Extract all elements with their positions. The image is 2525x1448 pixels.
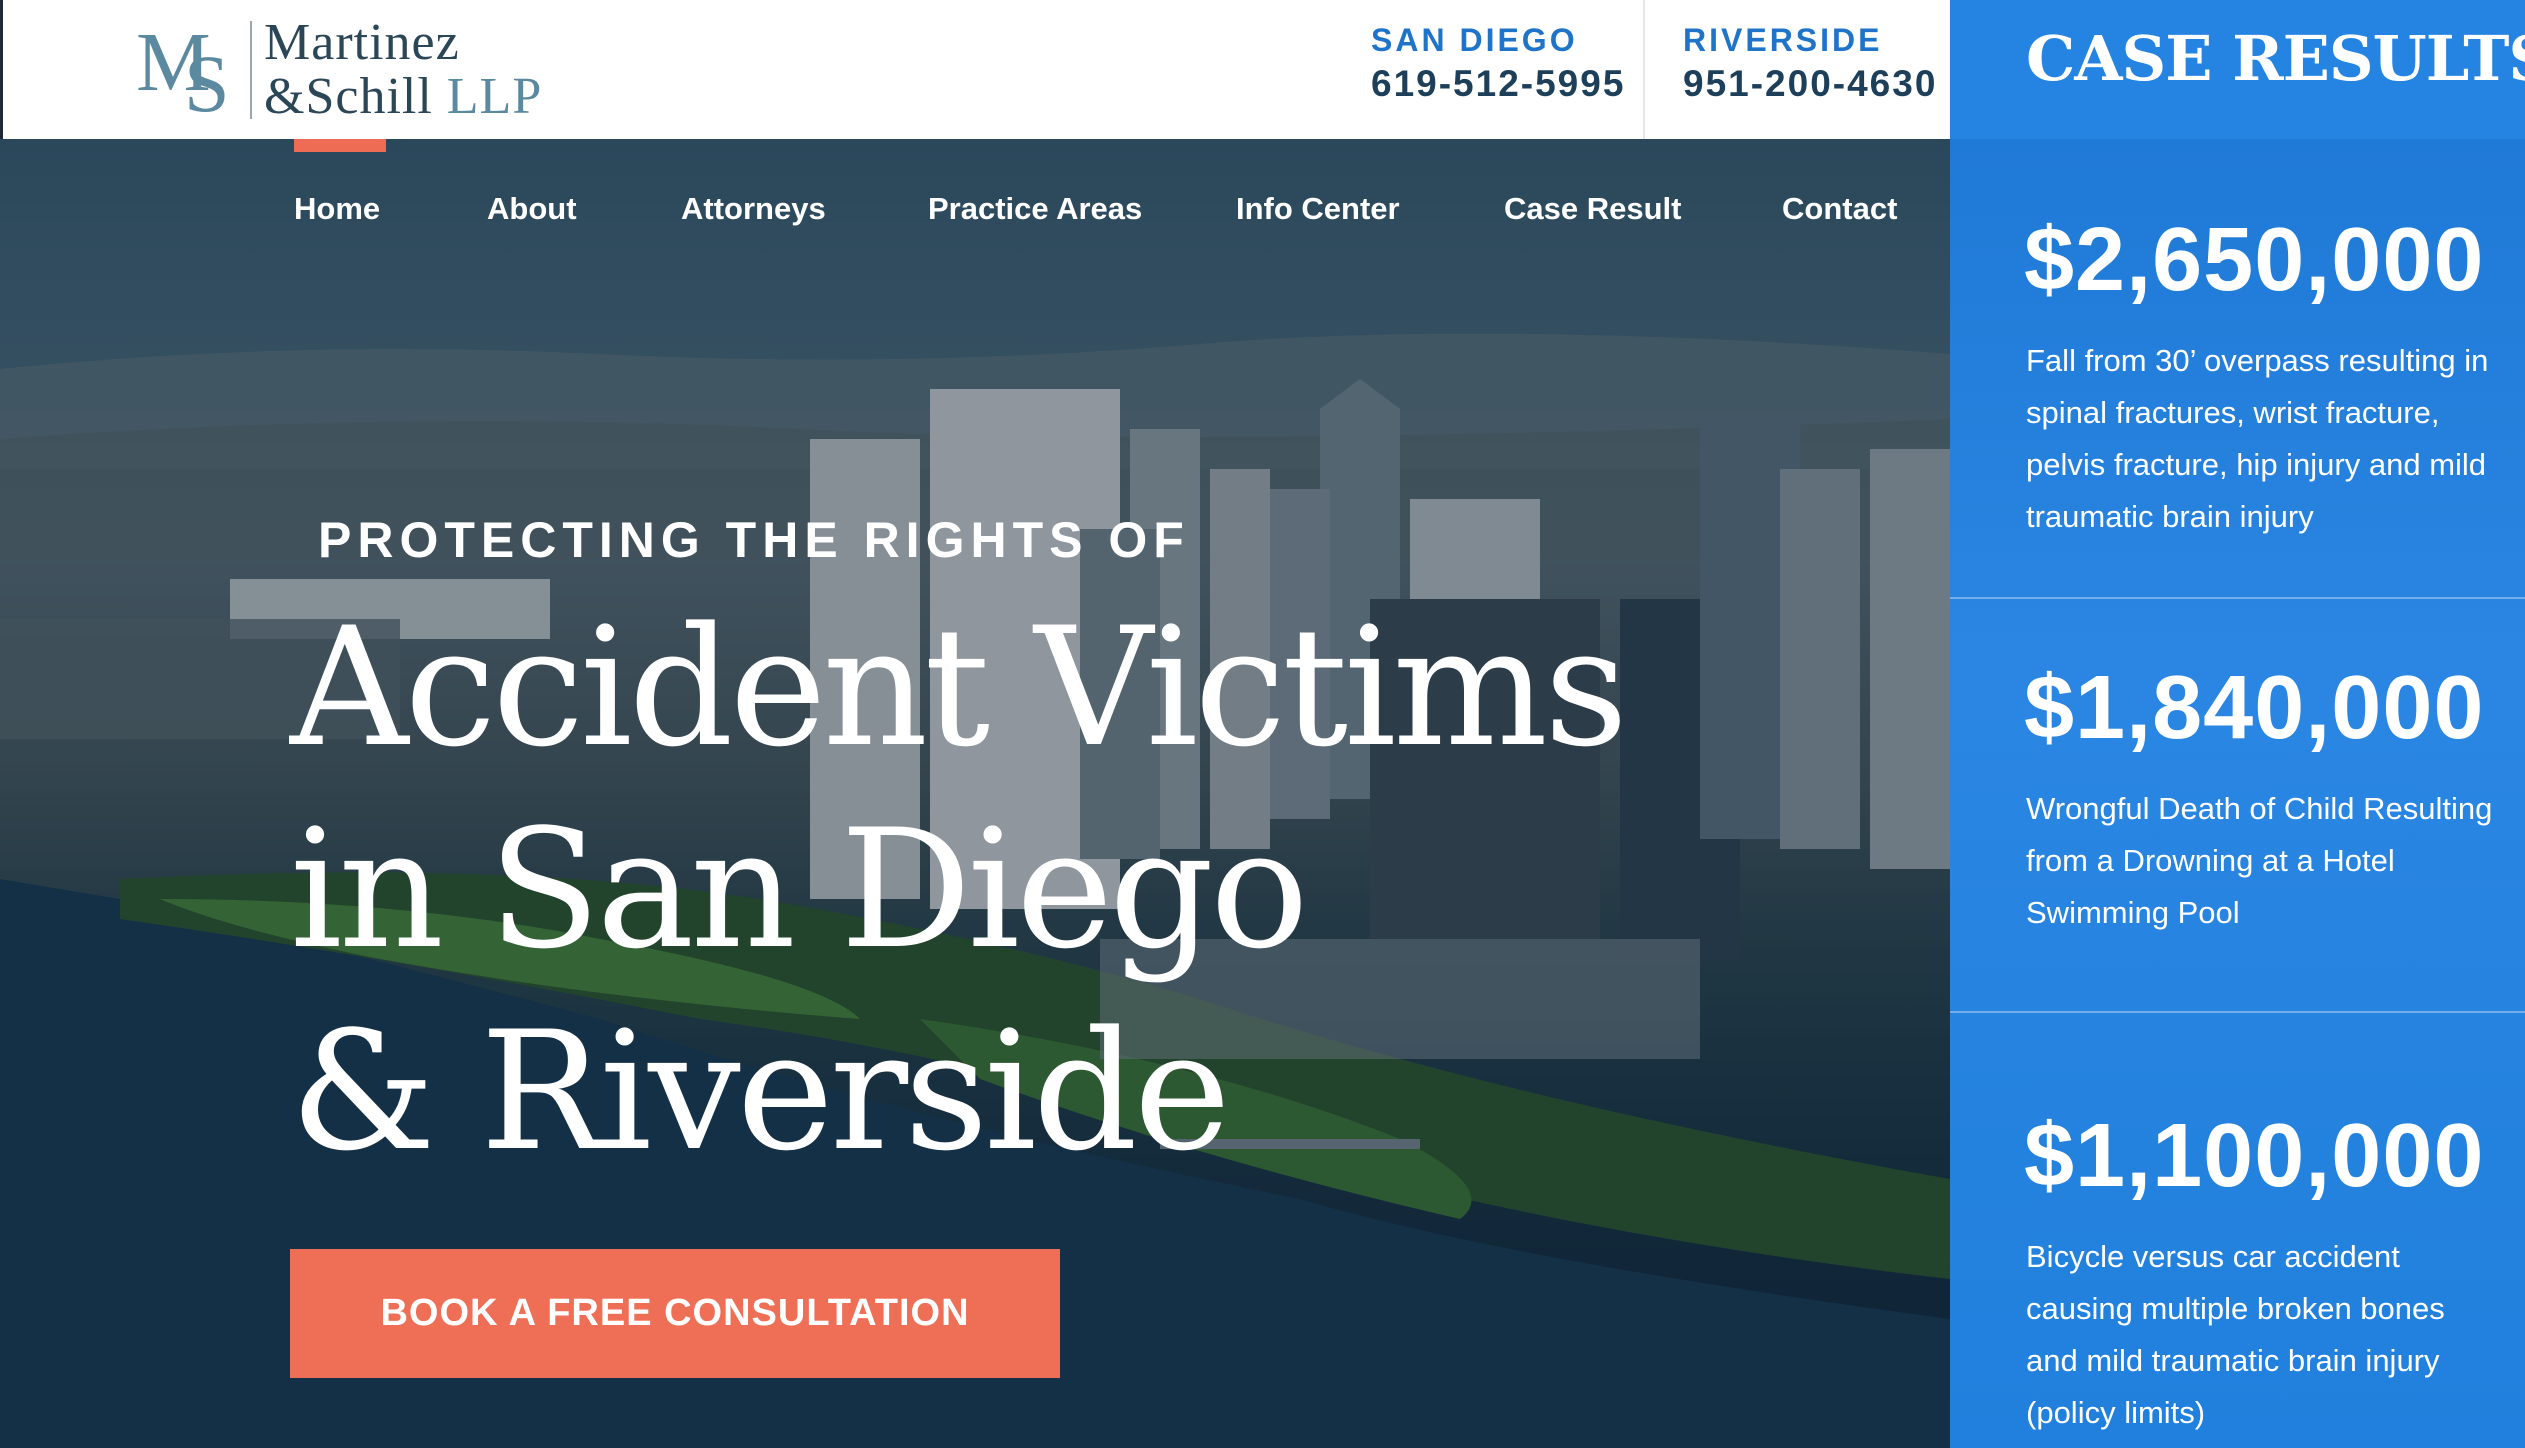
hero-kicker: PROTECTING THE RIGHTS OF xyxy=(318,512,1190,568)
logo-monogram: M S xyxy=(136,15,236,125)
case-result-description: Bicycle versus car accident causing mult… xyxy=(2026,1239,2445,1430)
contact-san-diego: SAN DIEGO 619-512-5995 xyxy=(1371,22,1625,105)
case-result-amount: $1,100,000 xyxy=(2024,1106,2485,1206)
case-results-panel: CASE RESULTS $2,650,000 Fall from 30’ ov… xyxy=(1950,0,2525,1448)
case-result-description: Wrongful Death of Child Resulting from a… xyxy=(2026,791,2493,930)
hero-headline-line: Accident Victims xyxy=(290,592,1628,783)
nav-item-contact[interactable]: Contact xyxy=(1782,191,1897,227)
hero-headline: Accident Victims in San Diego & Riversid… xyxy=(290,587,1628,1193)
case-result-amount: $2,650,000 xyxy=(2024,210,2485,310)
site-header: M S Martinez &Schill LLP SAN DIEGO 619-5… xyxy=(0,0,1950,139)
firm-logo[interactable]: M S Martinez &Schill LLP xyxy=(136,12,542,127)
case-result-amount: $1,840,000 xyxy=(2024,658,2485,758)
nav-item-case-result[interactable]: Case Result xyxy=(1504,191,1681,227)
contact-phone-link[interactable]: 619-512-5995 xyxy=(1371,63,1625,105)
nav-item-home[interactable]: Home xyxy=(294,191,380,227)
hero-section: Home About Attorneys Practice Areas Info… xyxy=(0,139,1950,1448)
contact-city-label: RIVERSIDE xyxy=(1683,22,1883,58)
case-result-description: Fall from 30’ overpass resulting in spin… xyxy=(2026,343,2489,534)
header-divider xyxy=(1643,0,1645,139)
case-result-divider xyxy=(1950,1011,2525,1013)
logo-wordmark: Martinez &Schill LLP xyxy=(264,13,543,125)
case-results-title: CASE RESULTS xyxy=(2026,22,2525,95)
contact-riverside: RIVERSIDE 951-200-4630 xyxy=(1683,22,1937,105)
logo-divider xyxy=(250,20,252,119)
logo-line-1: Martinez xyxy=(264,13,460,71)
nav-item-practice-areas[interactable]: Practice Areas xyxy=(928,191,1142,227)
nav-item-info-center[interactable]: Info Center xyxy=(1236,191,1400,227)
book-consultation-button[interactable]: BOOK A FREE CONSULTATION xyxy=(290,1249,1060,1378)
nav-item-about[interactable]: About xyxy=(487,191,577,227)
logo-line-2: &Schill LLP xyxy=(264,67,543,125)
case-results-list: $2,650,000 Fall from 30’ overpass result… xyxy=(1950,139,2525,1448)
case-results-header[interactable]: CASE RESULTS xyxy=(1950,0,2525,139)
contact-phone-link[interactable]: 951-200-4630 xyxy=(1683,63,1937,105)
logo-monogram-s: S xyxy=(184,37,230,129)
logo-line-2-llp: LLP xyxy=(446,67,543,125)
hero-headline-line: in San Diego xyxy=(290,794,1309,985)
contact-city-label: SAN DIEGO xyxy=(1371,22,1578,58)
nav-item-attorneys[interactable]: Attorneys xyxy=(681,191,826,227)
hero-headline-line: & Riverside xyxy=(290,996,1231,1187)
main-nav: Home About Attorneys Practice Areas Info… xyxy=(0,139,1950,239)
nav-active-indicator xyxy=(294,139,386,152)
case-result-divider xyxy=(1950,597,2525,599)
logo-line-2-name: &Schill xyxy=(264,67,433,125)
